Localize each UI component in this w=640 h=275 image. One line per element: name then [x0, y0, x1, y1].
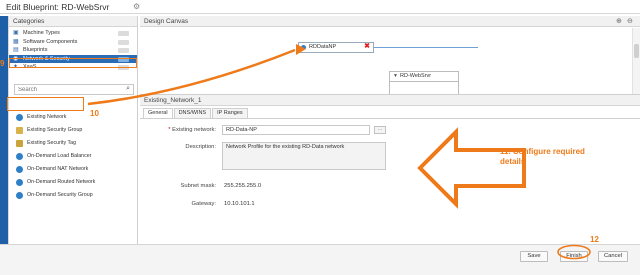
- annotation-step-11: 11. Configure required details: [500, 147, 585, 166]
- big-left-arrow: [417, 127, 526, 209]
- annotation-step-12: 12: [590, 235, 599, 244]
- annotation-circle-finish: [557, 244, 591, 260]
- arrow-head: [296, 44, 306, 55]
- annotation-arrows: [87, 44, 591, 260]
- arrow-curve: [87, 48, 296, 106]
